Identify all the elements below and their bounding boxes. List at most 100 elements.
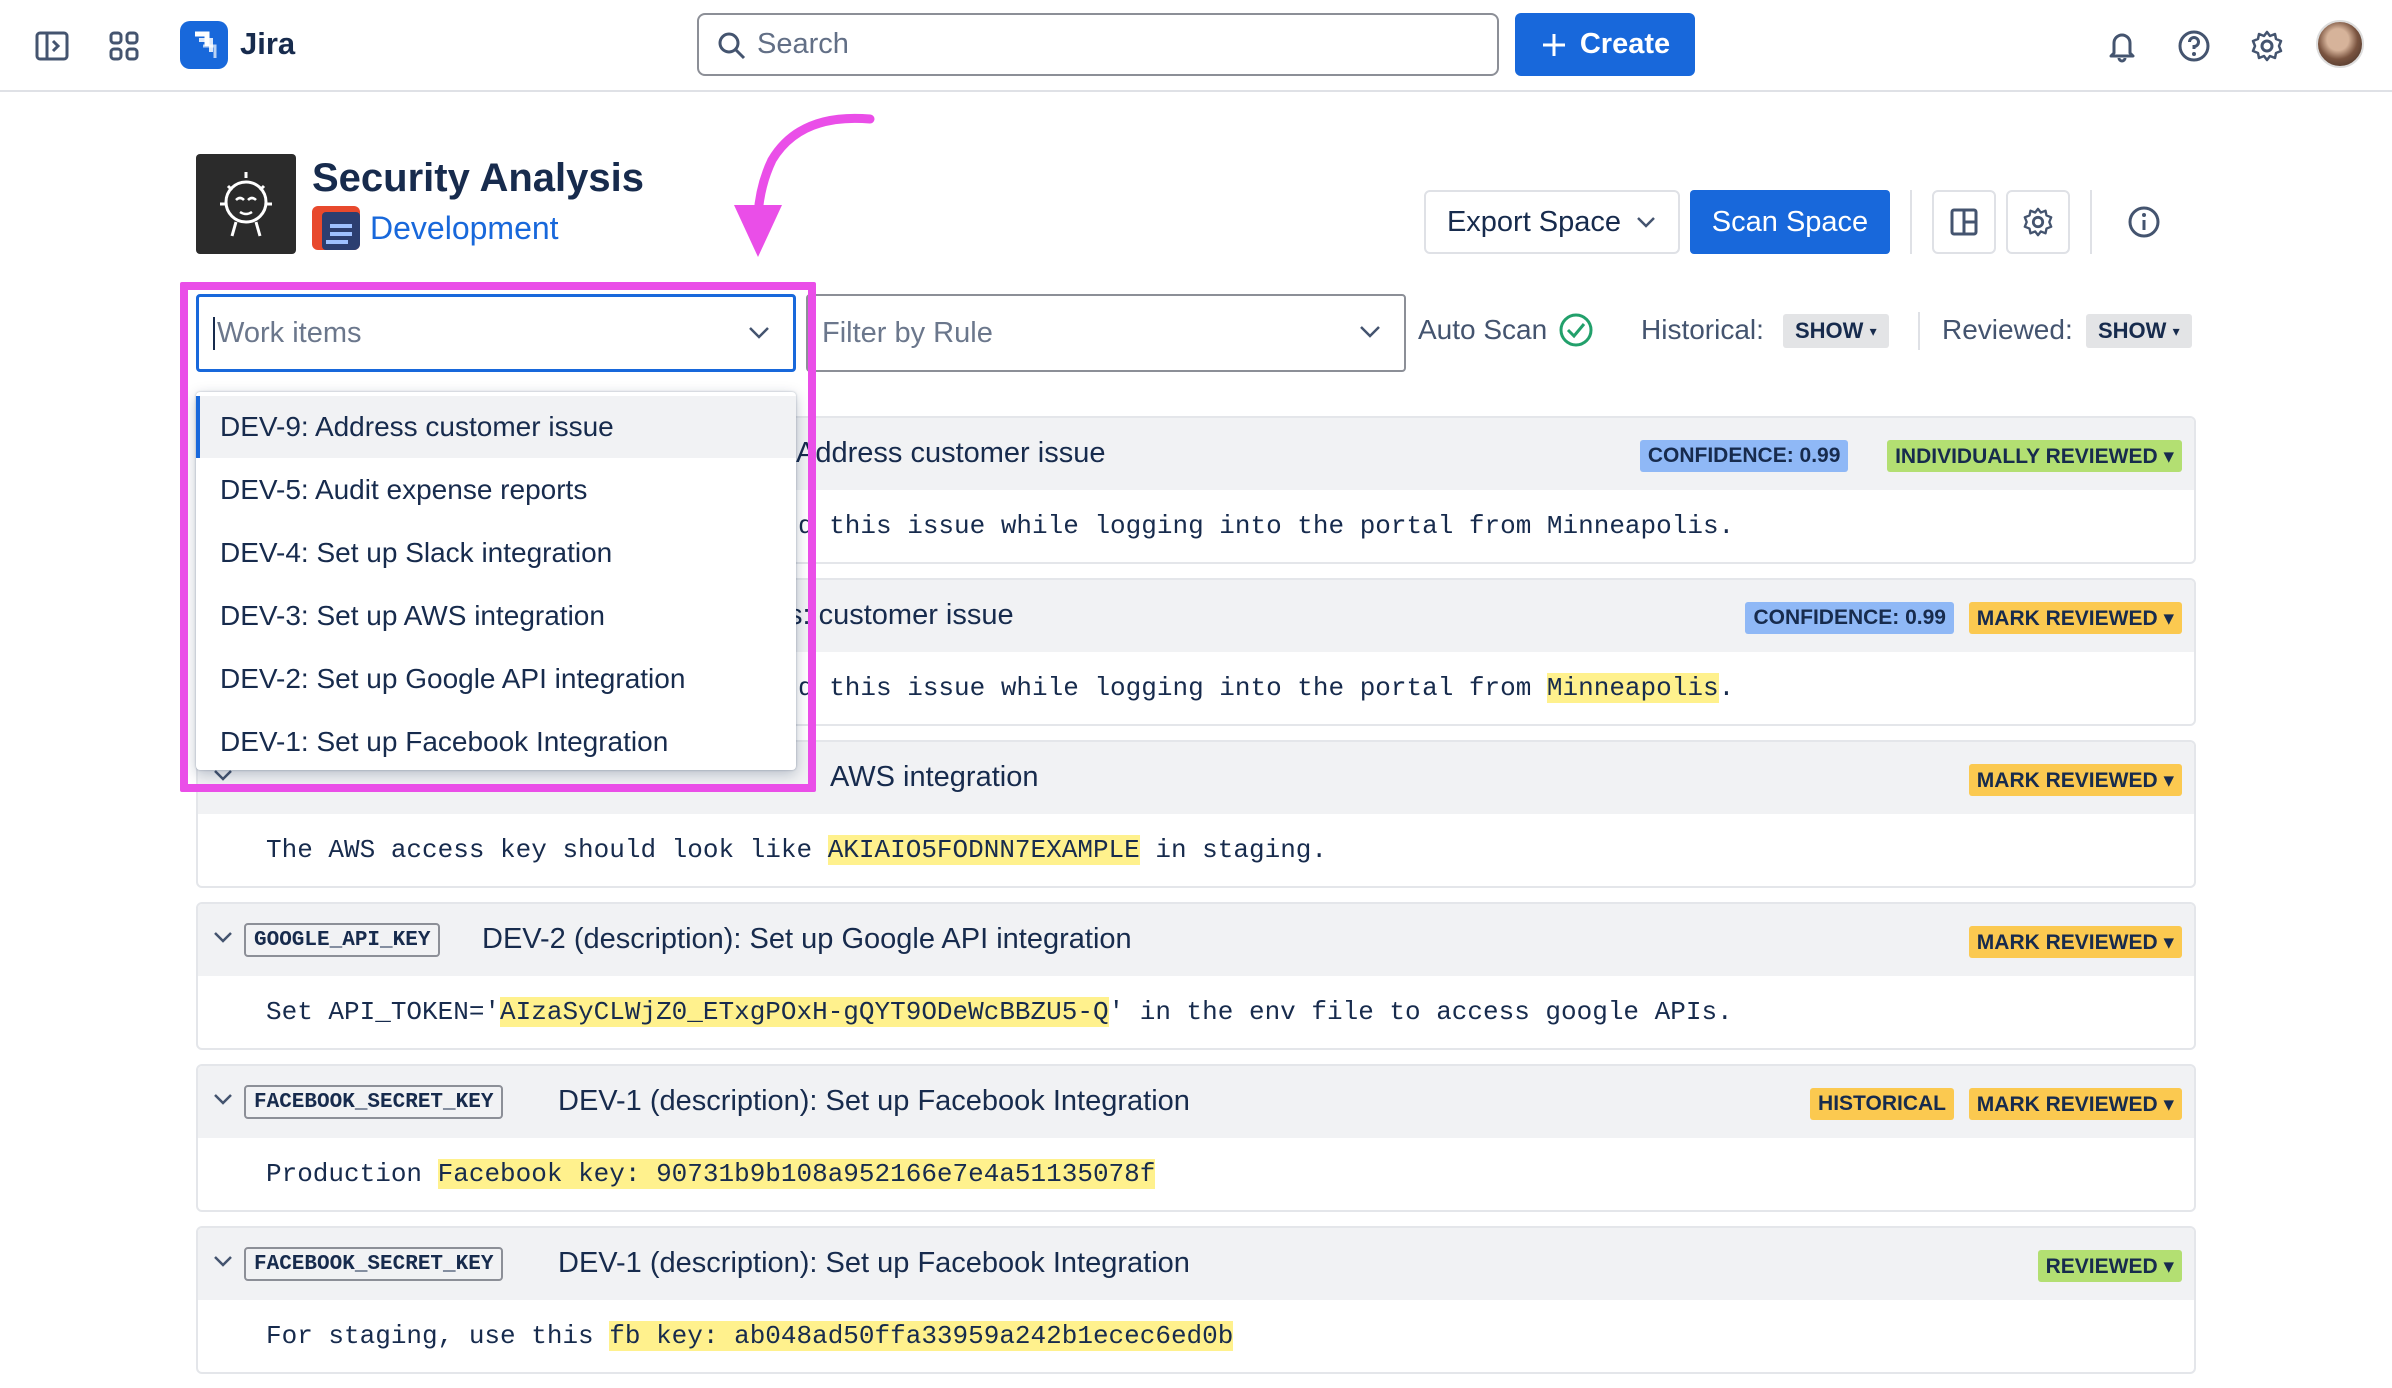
snippet-text: in staging. — [1139, 835, 1327, 865]
rule-tag: FACEBOOK_SECRET_KEY — [244, 1085, 504, 1119]
reviewed-value: SHOW — [2098, 318, 2167, 343]
snippet-text: . — [1718, 673, 1735, 703]
layout-panel-icon — [1950, 208, 1978, 236]
status-badge: HISTORICAL — [1810, 1088, 1954, 1120]
space-settings-button[interactable] — [2006, 190, 2070, 254]
secret-highlight: Minneapolis — [1546, 673, 1719, 703]
dropdown-option[interactable]: DEV-5: Audit expense reports — [196, 459, 796, 521]
snippet-text: d this issue while logging into the port… — [798, 511, 1735, 541]
finding-snippet: The AWS access key should look like AKIA… — [198, 814, 2194, 886]
rule-tag: GOOGLE_API_KEY — [244, 923, 441, 957]
settings-gear-icon[interactable] — [2245, 24, 2289, 68]
dropdown-option[interactable]: DEV-2: Set up Google API integration — [196, 648, 796, 710]
finding-title: DEV-1 (description): Set up Facebook Int… — [558, 1085, 1190, 1117]
rule-filter-select[interactable]: Filter by Rule — [806, 294, 1406, 372]
export-space-label: Export Space — [1446, 205, 1622, 238]
filter-divider — [1918, 312, 1920, 350]
status-badge: CONFIDENCE: 0.99 — [1639, 440, 1849, 472]
export-space-button[interactable]: Export Space — [1424, 190, 1680, 254]
status-badge[interactable]: INDIVIDUALLY REVIEWED ▾ — [1887, 440, 2182, 472]
create-button[interactable]: Create — [1515, 13, 1695, 76]
status-badge[interactable]: MARK REVIEWED ▾ — [1968, 764, 2182, 796]
snippet-text: Set API_TOKEN=' — [266, 997, 501, 1027]
scan-space-button[interactable]: Scan Space — [1690, 190, 1890, 254]
user-avatar[interactable] — [2316, 20, 2364, 68]
search-icon — [718, 32, 746, 60]
jira-logo-icon[interactable] — [180, 21, 228, 69]
auto-scan-label: Auto Scan — [1418, 314, 1548, 345]
chevron-down-icon[interactable] — [212, 930, 234, 946]
work-items-placeholder: Work items — [213, 316, 361, 350]
finding-title: Address customer issue — [796, 437, 1106, 469]
chevron-down-icon[interactable] — [212, 1254, 234, 1270]
annotation-arrow-icon — [734, 113, 875, 257]
rule-filter-placeholder: Filter by Rule — [822, 316, 993, 349]
status-badge[interactable]: MARK REVIEWED ▾ — [1968, 926, 2182, 958]
status-badge[interactable]: MARK REVIEWED ▾ — [1968, 1088, 2182, 1120]
finding-header[interactable]: FACEBOOK_SECRET_KEY DEV-1 (description): … — [198, 1066, 2194, 1138]
snippet-text: ' in the env file to access google APIs. — [1108, 997, 1733, 1027]
historical-value: SHOW — [1795, 318, 1864, 343]
toolbar-divider — [2090, 190, 2092, 254]
historical-filter-label: Historical: — [1641, 314, 1764, 345]
chevron-down-icon — [1637, 217, 1655, 228]
help-icon[interactable] — [2172, 24, 2216, 68]
app-name[interactable]: Jira — [240, 26, 295, 62]
space-link[interactable]: Development — [370, 210, 559, 247]
chevron-down-icon — [749, 327, 769, 339]
app-switcher-icon[interactable] — [102, 24, 146, 68]
finding-snippet: Production Facebook key: 90731b9b108a952… — [198, 1138, 2194, 1210]
work-items-select[interactable]: Work items — [196, 294, 796, 372]
search-input[interactable]: Search — [697, 13, 1499, 76]
snippet-text: d this issue while logging into the port… — [798, 673, 1547, 703]
top-navigation: Jira Search Create — [0, 0, 2392, 92]
check-circle-icon — [1559, 313, 1593, 347]
finding-card: FACEBOOK_SECRET_KEY DEV-1 (description): … — [196, 1064, 2196, 1212]
chevron-down-icon[interactable] — [212, 1092, 234, 1108]
search-placeholder: Search — [757, 28, 849, 60]
layout-toggle-button[interactable] — [1932, 190, 1996, 254]
secret-highlight: AKIAIO5FODNN7EXAMPLE — [827, 835, 1140, 865]
secret-highlight: AIzaSyCLWjZ0_ETxgPOxH-gQYT9ODeWcBBZU5-Q — [500, 997, 1109, 1027]
gear-icon — [2023, 207, 2053, 237]
finding-card: GOOGLE_API_KEY DEV-2 (description): Set u… — [196, 902, 2196, 1050]
notifications-bell-icon[interactable] — [2100, 24, 2144, 68]
finding-title: DEV-1 (description): Set up Facebook Int… — [558, 1247, 1190, 1279]
finding-card: FACEBOOK_SECRET_KEY DEV-1 (description): … — [196, 1226, 2196, 1374]
dropdown-option[interactable]: DEV-1: Set up Facebook Integration — [196, 711, 796, 770]
status-badge: CONFIDENCE: 0.99 — [1745, 602, 1954, 634]
dropdown-option[interactable]: DEV-3: Set up AWS integration — [196, 585, 796, 647]
status-badge[interactable]: MARK REVIEWED ▾ — [1968, 602, 2182, 634]
finding-snippet: For staging, use this fb key: ab048ad50f… — [198, 1300, 2194, 1372]
toolbar-divider — [1910, 190, 1912, 254]
reviewed-filter-label: Reviewed: — [1942, 314, 2073, 345]
work-items-dropdown: DEV-9: Address customer issue DEV-5: Audi… — [196, 392, 796, 770]
secret-highlight: fb key: ab048ad50ffa33959a242b1ecec6ed0b — [609, 1321, 1234, 1351]
plus-icon — [1542, 33, 1565, 56]
rule-tag: FACEBOOK_SECRET_KEY — [244, 1247, 504, 1281]
scan-space-label: Scan Space — [1711, 205, 1869, 238]
historical-toggle[interactable]: SHOW ▾ — [1783, 314, 1889, 348]
chevron-down-icon[interactable] — [212, 768, 234, 784]
sidebar-toggle-icon[interactable] — [30, 24, 74, 68]
finding-title: DEV-2 (description): Set up Google API i… — [482, 923, 1132, 955]
space-icon — [312, 206, 360, 250]
create-label: Create — [1579, 28, 1671, 60]
finding-header[interactable]: FACEBOOK_SECRET_KEY DEV-1 (description): … — [198, 1228, 2194, 1300]
finding-title: s: customer issue — [788, 599, 1014, 631]
snippet-text: For staging, use this — [266, 1321, 610, 1351]
finding-header[interactable]: GOOGLE_API_KEY DEV-2 (description): Set u… — [198, 904, 2194, 976]
caret-down-icon: ▾ — [2172, 322, 2180, 339]
dropdown-option[interactable]: DEV-4: Set up Slack integration — [196, 522, 796, 584]
finding-title: AWS integration — [830, 761, 1039, 793]
finding-snippet: Set API_TOKEN=' AIzaSyCLWjZ0_ETxgPOxH-gQY… — [198, 976, 2194, 1048]
snippet-text: Production — [266, 1159, 438, 1189]
page-title: Security Analysis — [312, 156, 645, 200]
chevron-down-icon — [1360, 326, 1380, 338]
status-badge[interactable]: REVIEWED ▾ — [2037, 1250, 2182, 1282]
dropdown-option[interactable]: DEV-9: Address customer issue — [196, 396, 796, 458]
snippet-text: The AWS access key should look like — [266, 835, 828, 865]
caret-down-icon: ▾ — [1869, 322, 1877, 339]
reviewed-toggle[interactable]: SHOW ▾ — [2086, 314, 2192, 348]
info-icon[interactable] — [2122, 200, 2166, 244]
